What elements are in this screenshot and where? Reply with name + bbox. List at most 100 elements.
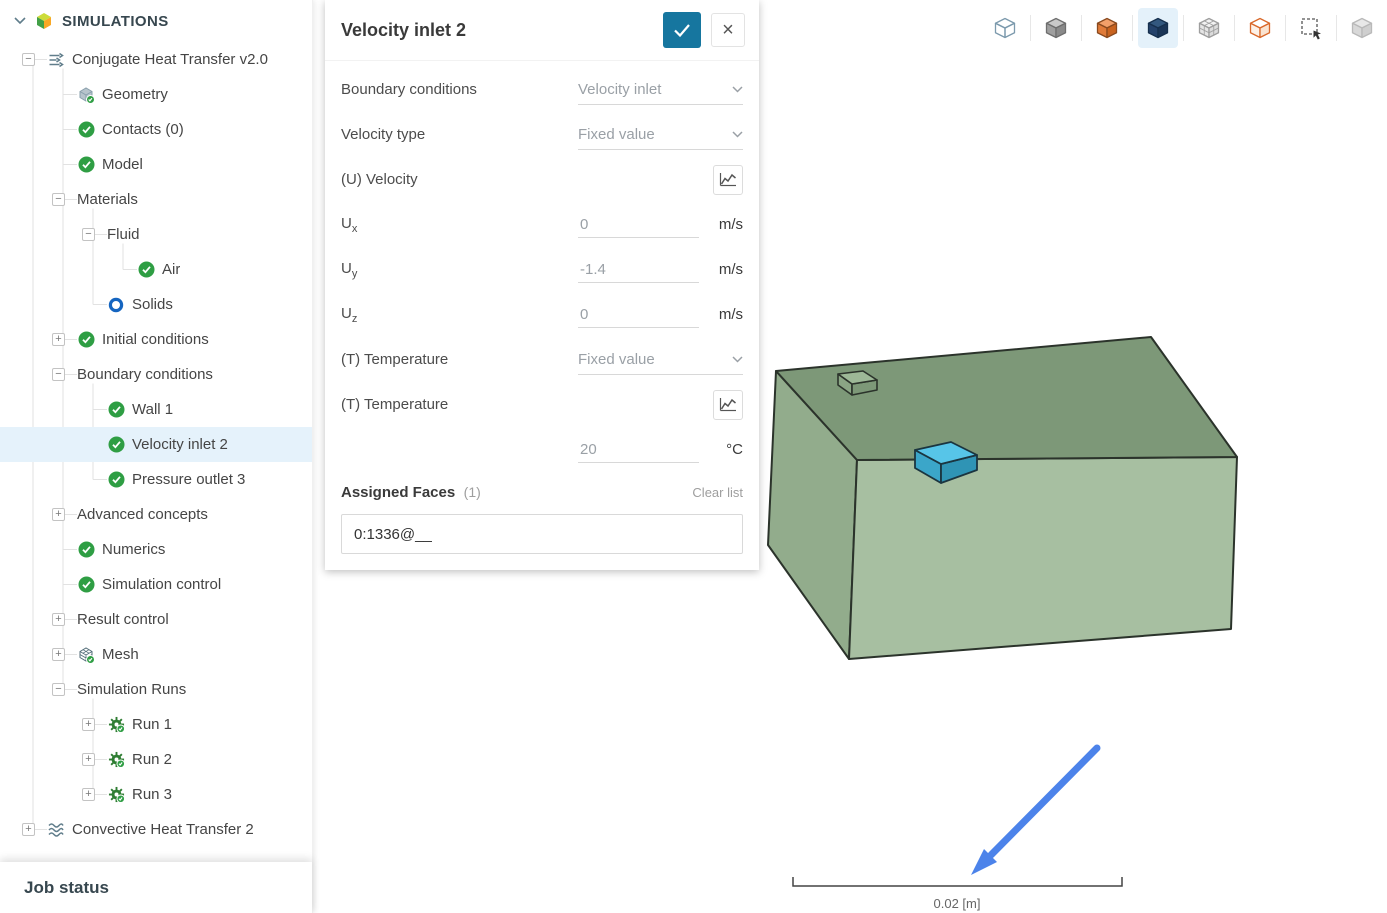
check-icon: [77, 121, 95, 139]
tree-item-velocity-inlet-2[interactable]: Velocity inlet 2: [0, 427, 312, 462]
velocity-inlet-panel: Velocity inlet 2 × Boundary conditions V…: [325, 0, 759, 570]
check-icon: [77, 331, 95, 349]
tree-item-numerics[interactable]: Numerics: [0, 532, 312, 567]
sim-icon: [47, 51, 65, 69]
chart-input-button[interactable]: [713, 389, 743, 420]
tree-item-model[interactable]: Model: [0, 147, 312, 182]
tree-item-label: Numerics: [102, 541, 166, 558]
expander-icon[interactable]: −: [52, 193, 65, 206]
gear-icon: [107, 786, 125, 804]
form-row-chart: (U) Velocity: [341, 157, 743, 202]
tree-item-fluid[interactable]: − Fluid: [0, 217, 312, 252]
check-icon: [107, 471, 125, 489]
tree-item-initial-conditions[interactable]: + Initial conditions: [0, 322, 312, 357]
tree-item-run-1[interactable]: + Run 1: [0, 707, 312, 742]
expander-icon[interactable]: +: [52, 648, 65, 661]
simulation-tree: − Conjugate Heat Transfer v2.0 Geometry …: [0, 42, 312, 847]
tree-item-mesh[interactable]: + Mesh: [0, 637, 312, 672]
tree-item-label: Solids: [132, 296, 173, 313]
value-input[interactable]: [578, 211, 699, 238]
model-box-top-face[interactable]: [775, 336, 1238, 461]
tree-item-convective-heat-transfer-2[interactable]: + Convective Heat Transfer 2: [0, 812, 312, 847]
expander-icon[interactable]: +: [82, 753, 95, 766]
tree-item-label: Run 1: [132, 716, 173, 733]
line-chart-icon: [719, 172, 737, 187]
value-input[interactable]: [578, 436, 699, 463]
expander-icon[interactable]: −: [52, 683, 65, 696]
select-value: Fixed value: [578, 125, 655, 143]
tree-item-simulation-control[interactable]: Simulation control: [0, 567, 312, 602]
tree-item-label: Mesh: [102, 646, 139, 663]
expander-icon[interactable]: +: [82, 788, 95, 801]
model-box-front-face[interactable]: [848, 456, 1238, 660]
select-value: Velocity inlet: [578, 80, 662, 98]
tree-item-result-control[interactable]: + Result control: [0, 602, 312, 637]
view-cube-orange-outline-button[interactable]: [1240, 8, 1280, 48]
select-control[interactable]: Fixed value: [578, 119, 743, 150]
view-cube-orange-button[interactable]: [1087, 8, 1127, 48]
tree-item-label: Model: [102, 156, 143, 173]
tree-item-geometry[interactable]: Geometry: [0, 77, 312, 112]
tree-item-conjugate-heat-transfer-v2-0[interactable]: − Conjugate Heat Transfer v2.0: [0, 42, 312, 77]
expander-icon[interactable]: +: [52, 508, 65, 521]
chevron-down-icon[interactable]: [14, 17, 26, 25]
form-row-select: (T) Temperature Fixed value: [341, 337, 743, 382]
field-label: Uy: [341, 259, 358, 280]
expander-icon[interactable]: +: [82, 718, 95, 731]
select-control[interactable]: Velocity inlet: [578, 74, 743, 105]
view-cube-outline-button[interactable]: [985, 8, 1025, 48]
panel-header: Velocity inlet 2 ×: [325, 0, 759, 61]
assigned-faces-input[interactable]: [341, 514, 743, 554]
expander-icon[interactable]: +: [52, 333, 65, 346]
expander-icon[interactable]: −: [82, 228, 95, 241]
panel-title: Velocity inlet 2: [341, 19, 467, 40]
gear-icon: [107, 716, 125, 734]
tree-item-wall-1[interactable]: Wall 1: [0, 392, 312, 427]
tree-item-solids[interactable]: Solids: [0, 287, 312, 322]
value-input[interactable]: [578, 301, 699, 328]
expander-icon[interactable]: −: [52, 368, 65, 381]
expander-icon[interactable]: −: [22, 53, 35, 66]
expander-icon[interactable]: +: [22, 823, 35, 836]
tree-item-air[interactable]: Air: [0, 252, 312, 287]
value-input[interactable]: [578, 256, 699, 283]
toolbar-divider: [1081, 15, 1082, 41]
close-button[interactable]: ×: [711, 13, 745, 47]
field-label: (T) Temperature: [341, 396, 449, 413]
tree-item-run-3[interactable]: + Run 3: [0, 777, 312, 812]
clear-list-link[interactable]: Clear list: [692, 485, 743, 500]
chevron-down-icon: [732, 355, 743, 363]
simulations-header: SIMULATIONS: [0, 0, 312, 42]
gear-icon: [107, 751, 125, 769]
job-status-bar[interactable]: Job status: [0, 862, 312, 913]
expander-icon[interactable]: +: [52, 613, 65, 626]
view-cube-blue-button[interactable]: [1138, 8, 1178, 48]
tree-item-pressure-outlet-3[interactable]: Pressure outlet 3: [0, 462, 312, 497]
confirm-button[interactable]: [663, 12, 701, 48]
view-cube-gray-button[interactable]: [1036, 8, 1076, 48]
form-row-select: Boundary conditions Velocity inlet: [341, 67, 743, 112]
select-control[interactable]: Fixed value: [578, 344, 743, 375]
tree-item-label: Simulation control: [102, 576, 222, 593]
tree-item-boundary-conditions[interactable]: − Boundary conditions: [0, 357, 312, 392]
check-icon: [77, 576, 95, 594]
chart-input-button[interactable]: [713, 164, 743, 195]
tree-item-contacts-0[interactable]: Contacts (0): [0, 112, 312, 147]
box-select-button[interactable]: [1291, 8, 1331, 48]
check-icon: [77, 156, 95, 174]
chevron-down-icon: [732, 85, 743, 93]
tree-item-materials[interactable]: − Materials: [0, 182, 312, 217]
tree-item-label: Materials: [77, 191, 138, 208]
tree-item-label: Run 2: [132, 751, 173, 768]
view-cube-blue-icon: [1145, 15, 1171, 41]
field-label: (U) Velocity: [341, 171, 418, 188]
view-cube-mesh-button[interactable]: [1189, 8, 1229, 48]
tree-item-run-2[interactable]: + Run 2: [0, 742, 312, 777]
tree-item-advanced-concepts[interactable]: + Advanced concepts: [0, 497, 312, 532]
view-toolbar: [985, 8, 1382, 48]
check-icon: [674, 23, 690, 37]
tree-item-simulation-runs[interactable]: − Simulation Runs: [0, 672, 312, 707]
tree-item-label: Air: [162, 261, 181, 278]
box-select-icon: [1298, 15, 1324, 41]
view-cube-orange-icon: [1094, 15, 1120, 41]
